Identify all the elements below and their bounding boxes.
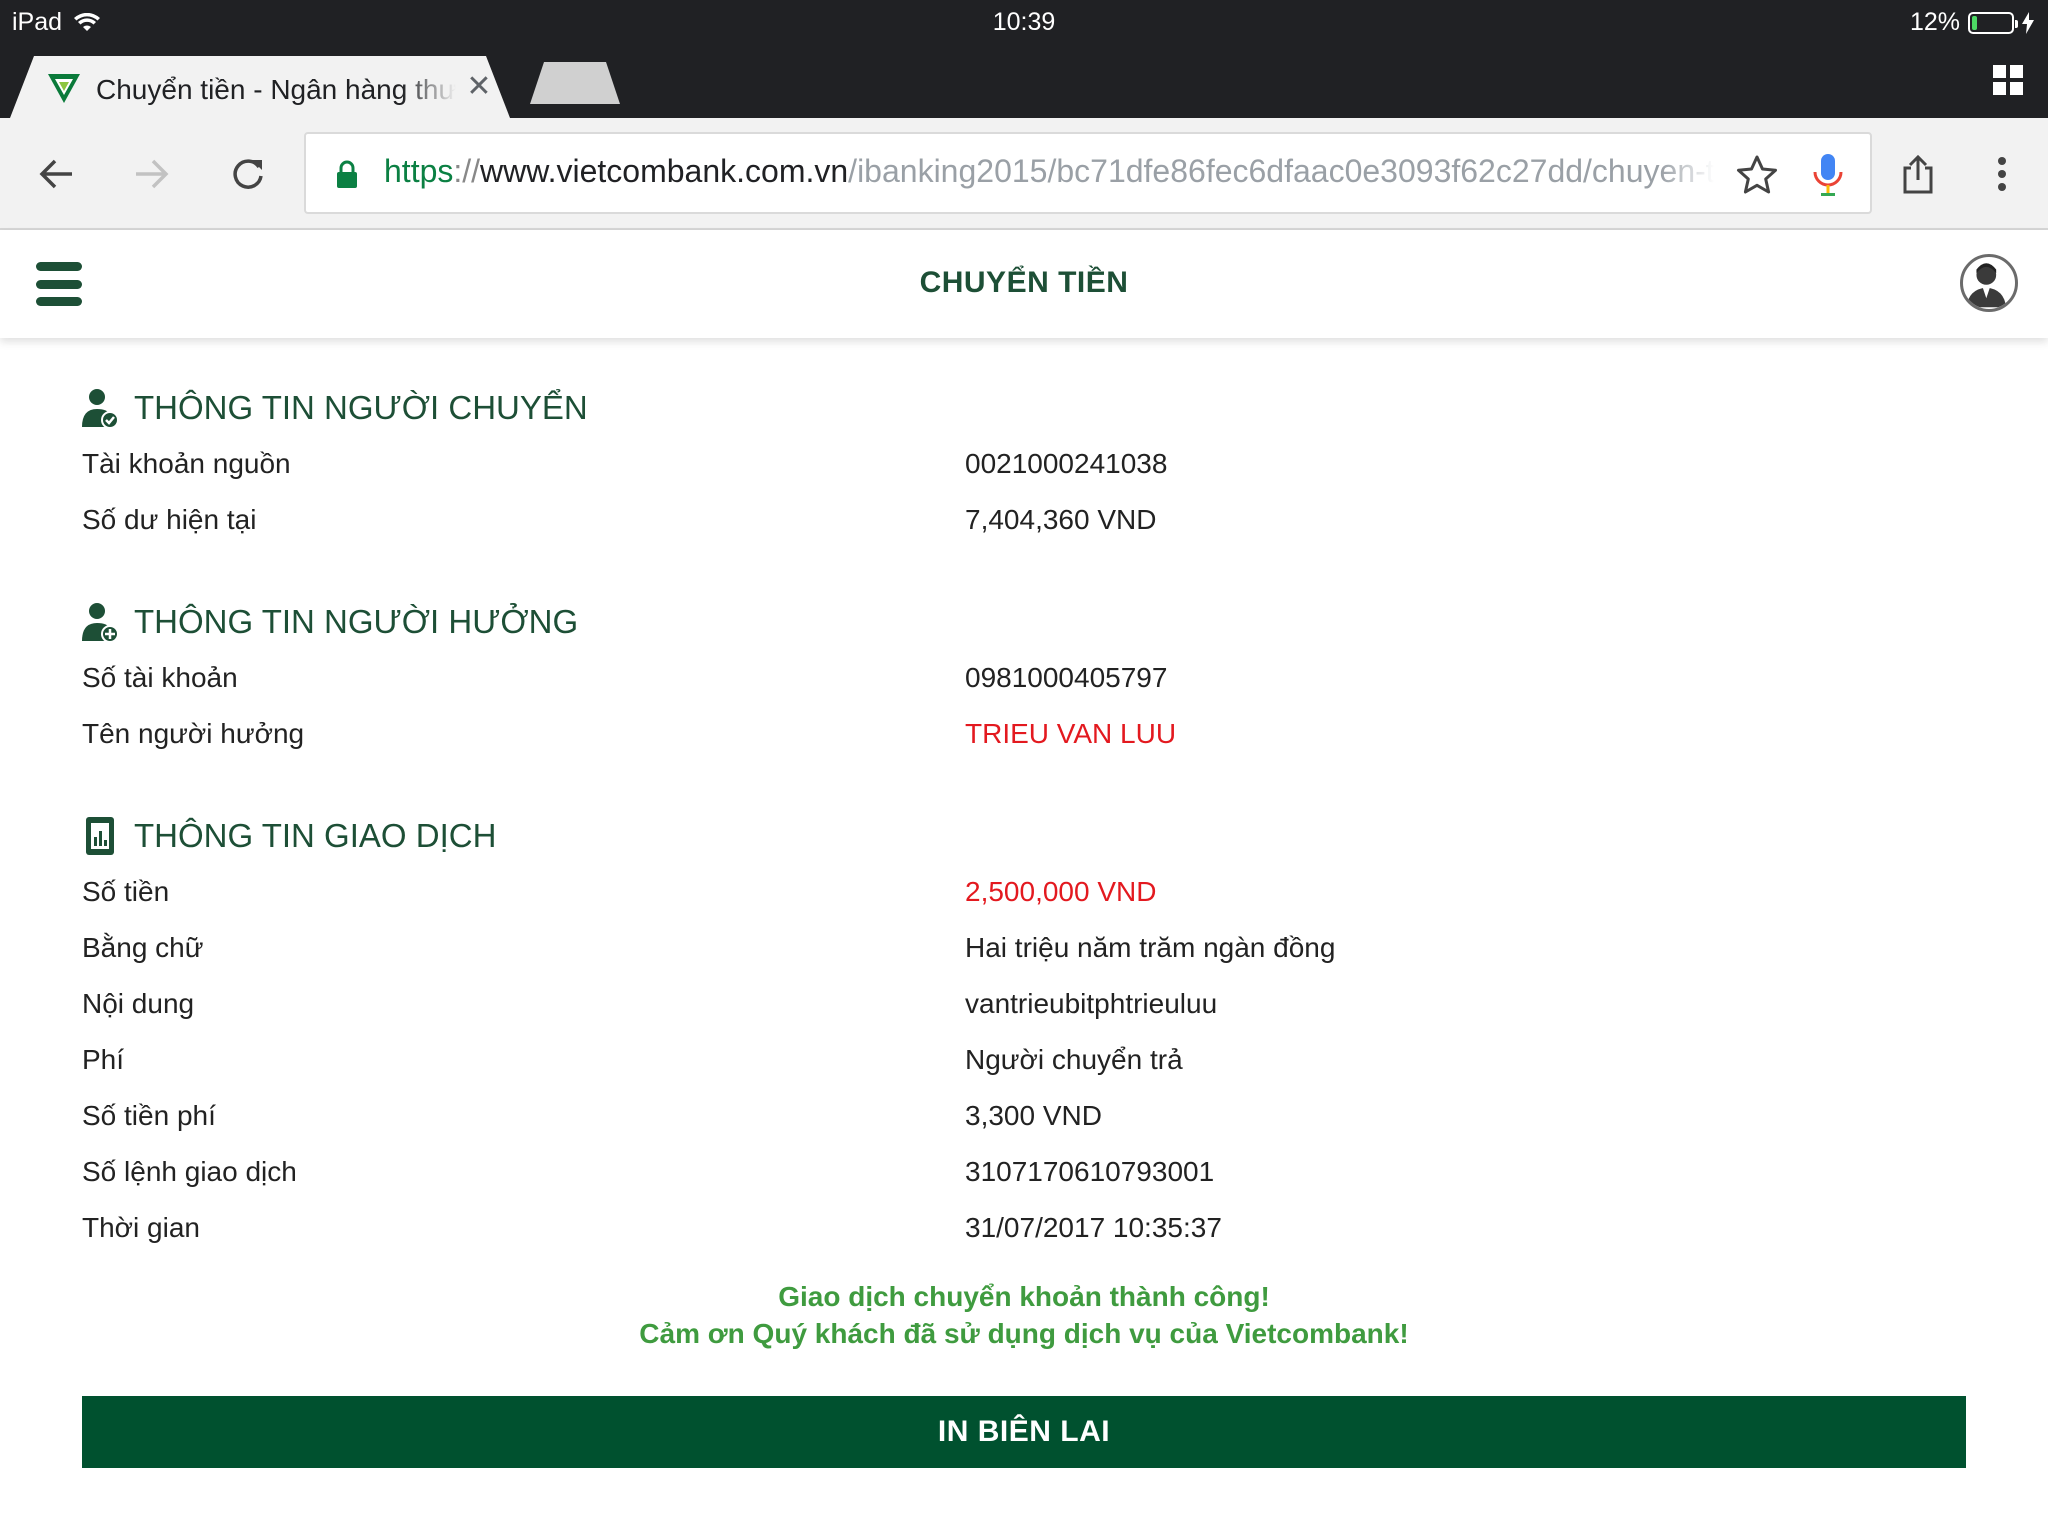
vietcombank-favicon-icon	[48, 74, 80, 103]
row-value: 7,404,360 VND	[965, 504, 1157, 535]
new-tab-button[interactable]	[530, 62, 620, 104]
site-header: CHUYỂN TIỀN	[0, 230, 2048, 338]
tab-switcher-icon[interactable]	[1990, 62, 2026, 98]
detail-row-fee: Phí Người chuyển trả	[82, 1032, 1966, 1088]
row-label: Tài khoản nguồn	[82, 448, 291, 479]
row-label: Bằng chữ	[82, 932, 204, 963]
detail-row-account-number: Số tài khoản 0981000405797	[82, 650, 1966, 706]
battery-percent: 12%	[1909, 8, 1960, 36]
tab-title: Chuyển tiền - Ngân hàng thương mại cổ ph…	[96, 74, 456, 105]
transaction-section-title: THÔNG TIN GIAO DỊCH	[80, 808, 1966, 864]
row-label: Số tiền phí	[82, 1100, 216, 1131]
row-value: 3,300 VND	[965, 1100, 1102, 1131]
address-bar[interactable]: https://www.vietcombank.com.vn/ibanking2…	[304, 132, 1872, 214]
reload-button[interactable]	[222, 148, 274, 200]
detail-row-content: Nội dung vantrieubitphtrieuluu	[82, 976, 1966, 1032]
more-icon	[1998, 157, 2006, 191]
row-value: Người chuyển trả	[965, 1044, 1183, 1075]
row-value: 3107170610793001	[965, 1156, 1215, 1187]
row-label: Phí	[82, 1044, 125, 1075]
row-label: Số tài khoản	[82, 662, 238, 693]
transaction-receipt-icon	[86, 817, 114, 855]
charging-bolt-icon	[2022, 11, 2034, 34]
sender-title-text: THÔNG TIN NGƯỜI CHUYỂN	[134, 389, 588, 426]
status-bar: iPad 10:39 12%	[0, 0, 2048, 42]
detail-row-balance: Số dư hiện tại 7,404,360 VND	[82, 492, 1966, 548]
back-icon	[39, 159, 72, 189]
detail-row-amount: Số tiền 2,500,000 VND	[82, 864, 1966, 920]
star-icon[interactable]	[1736, 154, 1778, 196]
success-line-1: Giao dịch chuyển khoản thành công!	[778, 1281, 1270, 1312]
user-check-icon	[82, 389, 119, 429]
row-value: vantrieubitphtrieuluu	[965, 988, 1218, 1019]
forward-button[interactable]	[126, 148, 178, 200]
url-separator: ://	[453, 153, 481, 189]
beneficiary-title-text: THÔNG TIN NGƯỜI HƯỞNG	[134, 603, 579, 640]
row-label: Số lệnh giao dịch	[82, 1156, 297, 1187]
user-avatar-icon[interactable]	[1960, 254, 2018, 312]
row-value: 0021000241038	[965, 448, 1168, 479]
row-label: Nội dung	[82, 988, 195, 1019]
reload-icon	[233, 159, 263, 189]
page-title: CHUYỂN TIỀN	[919, 266, 1129, 299]
detail-row-fee-amount: Số tiền phí 3,300 VND	[82, 1088, 1966, 1144]
browser-tab[interactable]: Chuyển tiền - Ngân hàng thương mại cổ ph…	[10, 56, 510, 118]
row-label: Thời gian	[82, 1212, 200, 1243]
back-button[interactable]	[30, 148, 82, 200]
status-right: 12%	[1910, 8, 2034, 37]
url-host: www.vietcombank.com.vn	[480, 153, 849, 189]
sender-section-title: THÔNG TIN NGƯỜI CHUYỂN	[80, 380, 1966, 436]
mic-icon[interactable]	[1810, 152, 1846, 198]
success-message: Giao dịch chuyển khoản thành công! Cảm ơ…	[0, 1278, 2048, 1352]
share-button[interactable]	[1892, 148, 1944, 200]
battery-level	[1972, 15, 1977, 30]
transaction-title-text: THÔNG TIN GIAO DỊCH	[134, 817, 497, 854]
lock-icon	[337, 160, 357, 188]
beneficiary-section-title: THÔNG TIN NGƯỜI HƯỞNG	[80, 594, 1966, 650]
browser-toolbar: https://www.vietcombank.com.vn/ibanking2…	[0, 118, 2048, 230]
row-value: 2,500,000 VND	[965, 876, 1157, 907]
detail-row-transaction-id: Số lệnh giao dịch 3107170610793001	[82, 1144, 1966, 1200]
tab-strip: Chuyển tiền - Ngân hàng thương mại cổ ph…	[0, 42, 2048, 118]
url-scheme: https	[384, 153, 454, 189]
detail-row-time: Thời gian 31/07/2017 10:35:37	[82, 1200, 1966, 1256]
success-line-2: Cảm ơn Quý khách đã sử dụng dịch vụ của …	[639, 1318, 1409, 1349]
row-value: Hai triệu năm trăm ngàn đồng	[965, 932, 1336, 963]
user-plus-icon	[82, 603, 119, 643]
row-value: 0981000405797	[965, 662, 1168, 693]
url-path: /ibanking2015/bc71dfe86fec6dfaac0e3093f6…	[848, 153, 1714, 189]
row-value: TRIEU VAN LUU	[965, 718, 1177, 749]
row-value: 31/07/2017 10:35:37	[965, 1212, 1222, 1243]
detail-row-amount-in-words: Bằng chữ Hai triệu năm trăm ngàn đồng	[82, 920, 1966, 976]
row-label: Số tiền	[82, 876, 170, 907]
row-label: Tên người hưởng	[82, 718, 305, 749]
forward-icon	[136, 159, 169, 189]
status-time: 10:39	[992, 8, 1056, 36]
detail-row-source-account: Tài khoản nguồn 0021000241038	[82, 436, 1966, 492]
tab-close-icon[interactable]: ✕	[462, 70, 496, 104]
print-receipt-button[interactable]: IN BIÊN LAI	[82, 1396, 1966, 1468]
detail-row-beneficiary-name: Tên người hưởng TRIEU VAN LUU	[82, 706, 1966, 762]
url-text[interactable]: https://www.vietcombank.com.vn/ibanking2…	[384, 153, 1714, 190]
share-icon	[1903, 154, 1933, 194]
battery-icon	[1968, 11, 2018, 34]
row-label: Số dư hiện tại	[82, 504, 257, 535]
more-menu-button[interactable]	[1976, 148, 2028, 200]
transfer-details: THÔNG TIN NGƯỜI CHUYỂN Tài khoản nguồn 0…	[82, 380, 1966, 1256]
